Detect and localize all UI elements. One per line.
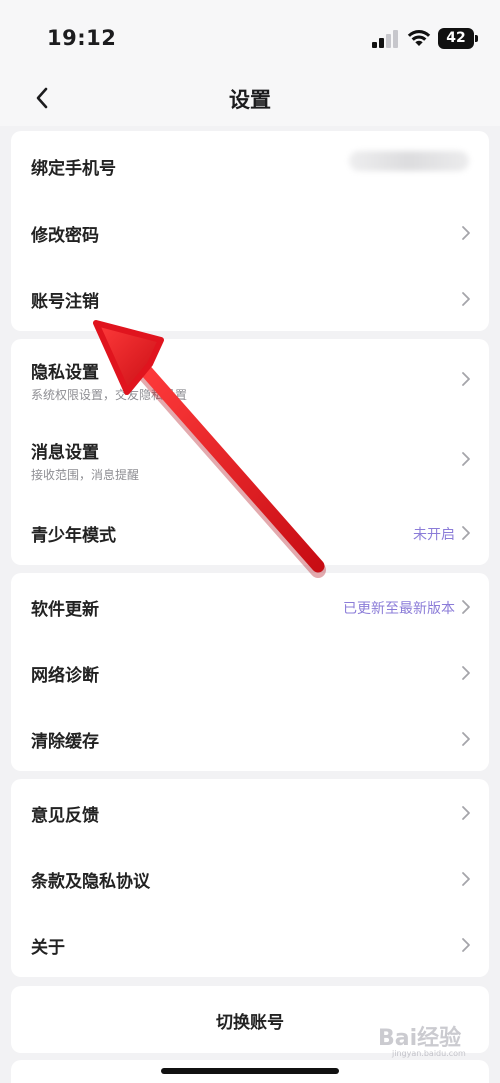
cellular-signal-icon bbox=[372, 30, 398, 48]
privacy-settings-subtitle: 系统权限设置，交友隐私设置 bbox=[31, 388, 188, 402]
wifi-icon bbox=[407, 30, 431, 46]
network-diagnosis-label: 网络诊断 bbox=[31, 666, 99, 686]
feedback-row[interactable]: 意见反馈 bbox=[11, 779, 489, 845]
privacy-settings-row[interactable]: 隐私设置 系统权限设置，交友隐私设置 bbox=[11, 339, 489, 419]
software-update-row[interactable]: 软件更新 已更新至最新版本 bbox=[11, 573, 489, 639]
software-update-label: 软件更新 bbox=[31, 600, 99, 620]
teen-mode-label: 青少年模式 bbox=[31, 526, 116, 546]
baidu-watermark: Bai经验 bbox=[378, 1026, 462, 1051]
clear-cache-label: 清除缓存 bbox=[31, 732, 99, 752]
delete-account-row[interactable]: 账号注销 bbox=[11, 265, 489, 331]
privacy-card: 隐私设置 系统权限设置，交友隐私设置 消息设置 接收范围，消息提醒 青少年模式 … bbox=[11, 339, 489, 565]
page-title: 设置 bbox=[229, 88, 271, 112]
message-settings-subtitle: 接收范围，消息提醒 bbox=[31, 468, 140, 482]
nav-bar: 设置 bbox=[0, 72, 500, 126]
status-time: 19:12 bbox=[47, 26, 117, 50]
chevron-right-icon bbox=[462, 292, 470, 306]
network-diagnosis-row[interactable]: 网络诊断 bbox=[11, 639, 489, 705]
change-password-row[interactable]: 修改密码 bbox=[11, 199, 489, 265]
chevron-right-icon bbox=[462, 666, 470, 680]
chevron-right-icon bbox=[462, 806, 470, 820]
chevron-right-icon bbox=[462, 600, 470, 614]
bind-phone-label: 绑定手机号 bbox=[31, 159, 116, 179]
terms-privacy-row[interactable]: 条款及隐私协议 bbox=[11, 845, 489, 911]
teen-mode-row[interactable]: 青少年模式 未开启 bbox=[11, 499, 489, 565]
battery-icon: 42 bbox=[438, 28, 474, 49]
about-row[interactable]: 关于 bbox=[11, 911, 489, 977]
feedback-label: 意见反馈 bbox=[31, 806, 99, 826]
home-indicator[interactable] bbox=[161, 1068, 339, 1074]
clear-cache-row[interactable]: 清除缓存 bbox=[11, 705, 489, 771]
battery-cap bbox=[475, 35, 478, 42]
delete-account-label: 账号注销 bbox=[31, 292, 99, 312]
baidu-watermark-url: jingyan.baidu.com bbox=[392, 1049, 466, 1058]
change-password-label: 修改密码 bbox=[31, 226, 99, 246]
about-card: 意见反馈 条款及隐私协议 关于 bbox=[11, 779, 489, 977]
status-bar: 19:12 42 bbox=[0, 0, 500, 80]
chevron-right-icon bbox=[462, 872, 470, 886]
chevron-right-icon bbox=[462, 732, 470, 746]
chevron-right-icon bbox=[462, 938, 470, 952]
system-card: 软件更新 已更新至最新版本 网络诊断 清除缓存 bbox=[11, 573, 489, 771]
teen-mode-status: 未开启 bbox=[413, 527, 455, 543]
privacy-settings-label: 隐私设置 bbox=[31, 363, 99, 383]
phone-number-blurred bbox=[349, 151, 469, 171]
software-update-status: 已更新至最新版本 bbox=[343, 601, 455, 617]
chevron-right-icon bbox=[462, 452, 470, 466]
chevron-right-icon bbox=[462, 526, 470, 540]
bind-phone-row[interactable]: 绑定手机号 bbox=[11, 131, 489, 199]
terms-privacy-label: 条款及隐私协议 bbox=[31, 872, 150, 892]
message-settings-row[interactable]: 消息设置 接收范围，消息提醒 bbox=[11, 419, 489, 499]
chevron-right-icon bbox=[462, 372, 470, 386]
account-card: 绑定手机号 修改密码 账号注销 bbox=[11, 131, 489, 331]
about-label: 关于 bbox=[31, 938, 65, 958]
chevron-right-icon bbox=[462, 226, 470, 240]
message-settings-label: 消息设置 bbox=[31, 443, 99, 463]
